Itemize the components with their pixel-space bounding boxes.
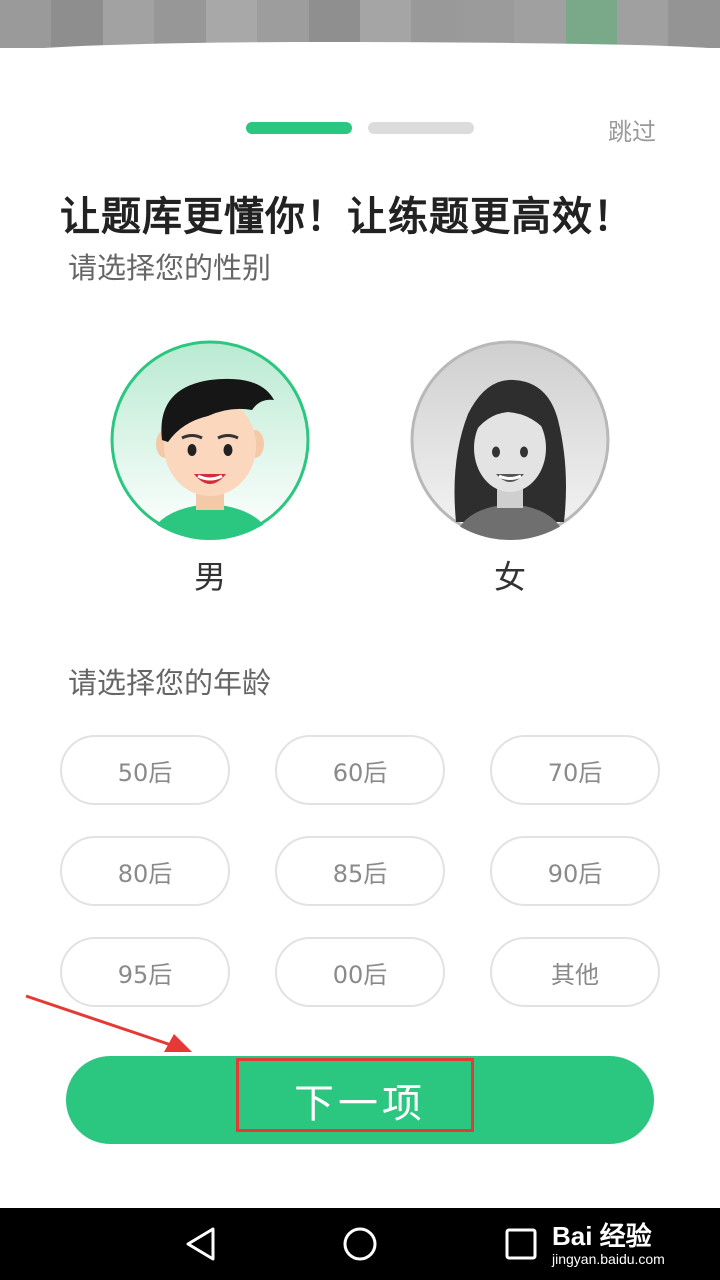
gender-option-female[interactable]: 女: [408, 340, 612, 598]
age-option-80[interactable]: 80后: [60, 836, 230, 906]
age-option-50[interactable]: 50后: [60, 735, 230, 805]
age-option-90[interactable]: 90后: [490, 836, 660, 906]
status-bar-edge: [0, 42, 720, 72]
step-progress: [246, 122, 474, 134]
age-option-other[interactable]: 其他: [490, 937, 660, 1007]
age-option-60[interactable]: 60后: [275, 735, 445, 805]
watermark-main: Bai 经验: [552, 1221, 652, 1251]
female-avatar-icon: [410, 340, 610, 540]
status-bar: [0, 0, 720, 48]
gender-label-male: 男: [193, 558, 226, 596]
watermark-url: jingyan.baidu.com: [552, 1251, 665, 1267]
skip-button[interactable]: 跳过: [608, 112, 656, 147]
watermark-logo: Bai 经验 jingyan.baidu.com: [552, 1216, 665, 1267]
recents-icon[interactable]: [504, 1226, 538, 1262]
annotation-highlight-box: [236, 1058, 474, 1132]
gender-prompt: 请选择您的性别: [68, 251, 272, 285]
age-option-70[interactable]: 70后: [490, 735, 660, 805]
age-option-85[interactable]: 85后: [275, 836, 445, 906]
progress-step-1: [246, 122, 352, 134]
home-icon[interactable]: [342, 1226, 378, 1262]
gender-label-female: 女: [493, 558, 526, 596]
page-title: 让题库更懂你！让练题更高效！: [60, 194, 634, 240]
progress-step-2: [368, 122, 474, 134]
male-avatar-icon: [110, 340, 310, 540]
back-icon[interactable]: [184, 1226, 218, 1262]
age-options: 50后 60后 70后 80后 85后 90后 95后 00后 其他: [60, 735, 660, 1007]
age-prompt: 请选择您的年龄: [68, 666, 272, 700]
age-option-00[interactable]: 00后: [275, 937, 445, 1007]
annotation-arrow-icon: [25, 994, 192, 1052]
gender-option-male[interactable]: 男: [108, 340, 312, 598]
